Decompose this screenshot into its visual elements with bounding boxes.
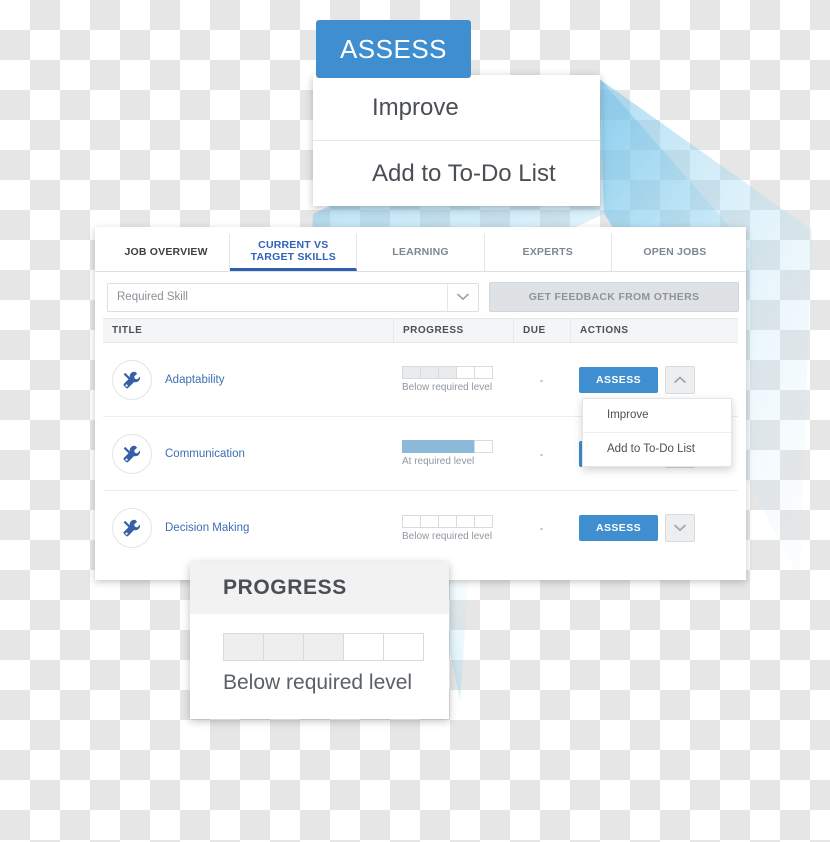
progress-segment (402, 514, 421, 528)
progress-segment (343, 633, 384, 661)
skill-name-link[interactable]: Decision Making (165, 522, 249, 534)
tab-learning[interactable]: LEARNING (357, 234, 485, 271)
progress-label: Below required level (402, 382, 493, 393)
skill-name-link[interactable]: Communication (165, 448, 245, 460)
actions-dropdown-menu: Improve Add to To-Do List (582, 397, 732, 467)
row-progress-cell: At required level (393, 440, 513, 467)
tab-bar: JOB OVERVIEW CURRENT VS TARGET SKILLS LE… (95, 227, 746, 272)
progress-callout-label: Below required level (223, 671, 413, 694)
progress-segment (474, 440, 493, 453)
row-actions-cell: ASSESS (570, 514, 738, 542)
skills-panel: JOB OVERVIEW CURRENT VS TARGET SKILLS LE… (95, 227, 746, 580)
progress-callout-bar (223, 633, 449, 661)
table-header-row: TITLE PROGRESS DUE ACTIONS (103, 318, 738, 343)
tools-icon (112, 433, 152, 474)
row-actions-cell: ASSESS Improve Add to To-Do List (570, 365, 738, 467)
tab-experts[interactable]: EXPERTS (484, 234, 612, 271)
column-header-actions: ACTIONS (570, 318, 738, 343)
chevron-down-icon[interactable] (447, 283, 478, 311)
tab-job-overview[interactable]: JOB OVERVIEW (103, 234, 231, 271)
assess-callout-button[interactable]: ASSESS (316, 20, 471, 78)
tab-open-jobs-label: OPEN JOBS (643, 246, 707, 259)
row-due-cell: - (539, 372, 544, 387)
progress-bar (402, 440, 493, 453)
tab-line1: CURRENT VS (258, 238, 329, 251)
progress-segment (438, 440, 457, 453)
progress-segment (456, 366, 475, 379)
progress-segment (303, 633, 344, 661)
skill-name-link[interactable]: Adaptability (165, 374, 224, 386)
tab-experts-label: EXPERTS (522, 246, 573, 259)
column-header-due: DUE (513, 318, 570, 343)
progress-segment (456, 440, 475, 453)
progress-segment (383, 633, 424, 661)
tab-job-overview-label: JOB OVERVIEW (124, 246, 208, 259)
progress-bar (402, 514, 493, 528)
table-row: Adaptability Below required level - ASSE… (103, 343, 738, 467)
required-skill-select-value: Required Skill (117, 291, 188, 303)
progress-segment (263, 633, 304, 661)
progress-segment (420, 440, 439, 453)
tab-current-vs-target-skills[interactable]: CURRENT VS TARGET SKILLS (230, 234, 358, 271)
tab-line2: TARGET SKILLS (250, 251, 336, 263)
progress-segment (474, 366, 493, 379)
assess-button[interactable]: ASSESS (579, 515, 658, 541)
chevron-down-icon[interactable] (665, 514, 695, 542)
row-title-cell: Adaptability (103, 359, 393, 400)
progress-segment (438, 514, 457, 528)
menu-item-improve[interactable]: Improve (583, 399, 731, 433)
progress-bar (402, 366, 493, 379)
tab-open-jobs[interactable]: OPEN JOBS (611, 234, 739, 271)
table-row: Decision Making Below required level - A… (103, 491, 738, 565)
screenshot-stage: JOB OVERVIEW CURRENT VS TARGET SKILLS LE… (0, 0, 830, 842)
tab-current-vs-target-skills-label: CURRENT VS TARGET SKILLS (251, 239, 336, 263)
progress-segment (402, 366, 421, 379)
chevron-up-icon[interactable] (665, 365, 695, 394)
progress-callout-title: PROGRESS (190, 562, 449, 614)
callout-menu-item-improve[interactable]: Improve (313, 75, 600, 141)
assess-callout-button-label: ASSESS (339, 33, 448, 64)
tools-icon (112, 508, 152, 548)
row-due-cell: - (539, 446, 544, 461)
row-title-cell: Decision Making (103, 508, 393, 548)
assess-callout: ASSESS Improve Add to To-Do List (313, 20, 600, 206)
row-progress-cell: Below required level (393, 366, 513, 393)
progress-callout: PROGRESS Below required level (190, 562, 449, 719)
skills-table: TITLE PROGRESS DUE ACTIONS Adaptability … (95, 318, 746, 565)
filter-row: Required Skill GET FEEDBACK FROM OTHERS (95, 272, 746, 318)
assess-button[interactable]: ASSESS (579, 366, 658, 393)
menu-item-improve-label: Improve (607, 409, 649, 421)
column-header-title: TITLE (112, 325, 143, 336)
callout-menu-item-add-to-todo-label: Add to To-Do List (372, 159, 556, 187)
progress-segment (456, 514, 475, 528)
menu-item-add-to-todo[interactable]: Add to To-Do List (583, 433, 731, 466)
menu-item-add-to-todo-label: Add to To-Do List (607, 443, 696, 455)
progress-segment (223, 633, 264, 661)
row-due-cell: - (539, 521, 544, 535)
assess-button-label: ASSESS (596, 522, 641, 534)
required-skill-select[interactable]: Required Skill (107, 282, 479, 312)
progress-label: At required level (402, 456, 475, 467)
row-progress-cell: Below required level (393, 514, 513, 542)
get-feedback-button[interactable]: GET FEEDBACK FROM OTHERS (489, 282, 739, 312)
progress-segment (420, 366, 439, 379)
tools-icon (112, 359, 152, 400)
callout-menu-item-improve-label: Improve (372, 93, 459, 121)
column-header-progress: PROGRESS (393, 318, 513, 343)
progress-segment (402, 440, 421, 453)
progress-callout-body: Below required level (190, 614, 449, 719)
callout-menu-item-add-to-todo[interactable]: Add to To-Do List (313, 141, 600, 206)
row-title-cell: Communication (103, 433, 393, 474)
progress-label: Below required level (402, 530, 493, 542)
progress-segment (438, 366, 457, 379)
progress-segment (474, 514, 493, 528)
get-feedback-button-label: GET FEEDBACK FROM OTHERS (528, 291, 700, 303)
assess-callout-menu: Improve Add to To-Do List (313, 75, 600, 206)
progress-segment (420, 514, 439, 528)
assess-button-label: ASSESS (596, 373, 641, 386)
tab-learning-label: LEARNING (392, 246, 449, 259)
